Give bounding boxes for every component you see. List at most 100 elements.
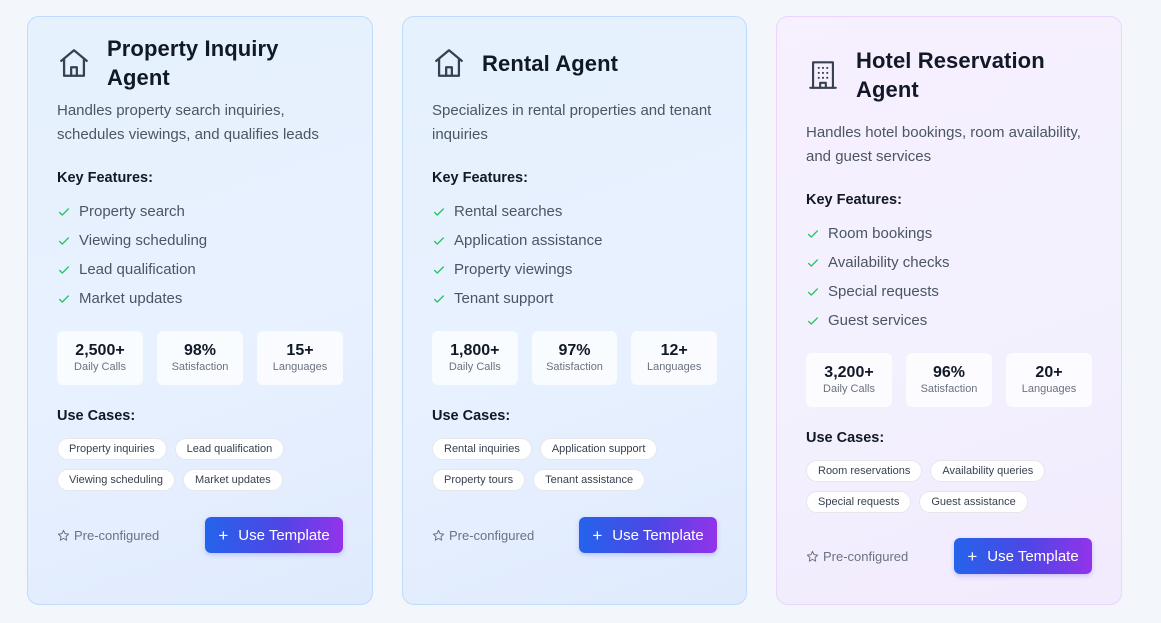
preconfigured-text: Pre-configured (74, 527, 160, 543)
card-title: Hotel Reservation Agent (856, 48, 1045, 102)
feature-label: Property search (79, 203, 185, 220)
use-case-tag: Property inquiries (57, 438, 167, 460)
use-cases-heading: Use Cases: (432, 408, 511, 424)
card-title: Property Inquiry Agent (107, 36, 279, 90)
feature-item: Application assistance (432, 226, 717, 255)
use-case-tags: Property inquiries Lead qualification Vi… (57, 438, 347, 491)
feature-label: Market updates (79, 290, 183, 307)
use-case-tag: Property tours (432, 469, 526, 491)
check-icon (58, 265, 70, 274)
card-description: Handles property search inquiries, sched… (57, 102, 319, 143)
card-title: Rental Agent (482, 50, 619, 76)
check-icon (433, 265, 445, 274)
stat-label: Languages (646, 361, 702, 373)
feature-item: Guest services (806, 306, 1092, 335)
use-case-tag: Rental inquiries (432, 438, 532, 460)
card-header: Rental Agent (432, 47, 717, 79)
agent-card-rental: Rental Agent Specializes in rental prope… (402, 16, 747, 605)
feature-label: Special requests (828, 283, 939, 300)
feature-list: Property search Viewing scheduling Lead … (57, 197, 343, 313)
feature-label: Tenant support (454, 290, 554, 307)
button-label: Use Template (987, 547, 1079, 565)
stat-label: Satisfaction (920, 383, 978, 395)
check-icon (433, 207, 445, 216)
star-icon (57, 529, 70, 541)
feature-item: Rental searches (432, 197, 717, 226)
card-footer: Pre-configured + Use Template (432, 517, 717, 553)
card-footer: Pre-configured + Use Template (806, 538, 1092, 574)
stat-satisfaction: 98% Satisfaction (157, 331, 243, 385)
check-icon (433, 294, 445, 303)
check-icon (58, 294, 70, 303)
stat-value: 2,500+ (75, 342, 125, 359)
features-heading: Key Features: (806, 192, 902, 208)
feature-item: Lead qualification (57, 255, 343, 284)
preconfigured-text: Pre-configured (823, 548, 909, 564)
stat-value: 96% (932, 364, 966, 381)
use-template-button[interactable]: + Use Template (205, 517, 343, 553)
feature-label: Rental searches (454, 203, 563, 220)
star-icon (806, 550, 819, 562)
check-icon (807, 316, 819, 325)
card-header: Property Inquiry Agent (57, 36, 343, 90)
feature-item: Special requests (806, 277, 1092, 306)
stats-row: 2,500+ Daily Calls 98% Satisfaction 15+ Lan… (57, 331, 343, 385)
button-label: Use Template (238, 526, 330, 544)
feature-item: Market updates (57, 284, 343, 313)
feature-item: Viewing scheduling (57, 226, 343, 255)
use-case-tags: Room reservations Availability queries S… (806, 460, 1096, 513)
feature-label: Lead qualification (79, 261, 196, 278)
check-icon (807, 229, 819, 238)
use-case-tag: Market updates (182, 469, 283, 491)
stat-value: 97% (558, 342, 591, 359)
building-icon (809, 61, 837, 89)
feature-label: Room bookings (828, 225, 933, 242)
check-icon (807, 258, 819, 267)
preconfigured-text: Pre-configured (449, 527, 535, 543)
use-cases-heading: Use Cases: (57, 408, 136, 424)
check-icon (807, 287, 819, 296)
stats-row: 1,800+ Daily Calls 97% Satisfaction 12+ Lan… (432, 331, 718, 385)
feature-item: Availability checks (806, 248, 1092, 277)
plus-icon: + (967, 546, 978, 566)
feature-list: Room bookings Availability checks Specia… (806, 219, 1092, 335)
preconfigured-label: Pre-configured (57, 528, 159, 543)
preconfigured-label: Pre-configured (432, 528, 534, 543)
use-template-button[interactable]: + Use Template (579, 517, 717, 553)
use-case-tag: Application support (539, 438, 658, 460)
feature-label: Viewing scheduling (79, 232, 208, 249)
use-case-tag: Room reservations (806, 460, 923, 482)
stats-row: 3,200+ Daily Calls 96% Satisfaction 20+ Lan… (806, 353, 1092, 407)
card-description: Specializes in rental properties and ten… (432, 102, 712, 143)
stat-daily-calls: 2,500+ Daily Calls (57, 331, 143, 385)
agent-card-hotel-reservation: Hotel Reservation Agent Handles hotel bo… (776, 16, 1122, 605)
card-description: Handles hotel bookings, room availabilit… (806, 124, 1081, 165)
feature-label: Guest services (828, 312, 928, 329)
feature-item: Property search (57, 197, 343, 226)
stat-label: Languages (272, 361, 328, 373)
house-icon (60, 49, 88, 77)
feature-list: Rental searches Application assistance P… (432, 197, 717, 313)
stat-languages: 12+ Languages (631, 331, 718, 385)
use-case-tag: Tenant assistance (533, 469, 646, 491)
stat-label: Satisfaction (171, 361, 229, 373)
check-icon (58, 207, 70, 216)
stat-value: 20+ (1035, 364, 1063, 381)
stat-value: 98% (183, 342, 217, 359)
check-icon (58, 236, 70, 245)
feature-item: Property viewings (432, 255, 717, 284)
feature-item: Room bookings (806, 219, 1092, 248)
stat-daily-calls: 1,800+ Daily Calls (432, 331, 518, 385)
stat-value: 3,200+ (824, 364, 874, 381)
stat-label: Daily Calls (823, 383, 875, 395)
use-cases-heading: Use Cases: (806, 430, 885, 446)
stat-label: Daily Calls (448, 361, 501, 373)
preconfigured-label: Pre-configured (806, 549, 908, 564)
house-icon (435, 49, 463, 77)
use-case-tag: Availability queries (930, 460, 1046, 482)
stat-value: 12+ (660, 342, 688, 359)
check-icon (433, 236, 445, 245)
use-case-tag: Lead qualification (174, 438, 285, 460)
stat-label: Daily Calls (74, 361, 126, 373)
use-template-button[interactable]: + Use Template (954, 538, 1092, 574)
